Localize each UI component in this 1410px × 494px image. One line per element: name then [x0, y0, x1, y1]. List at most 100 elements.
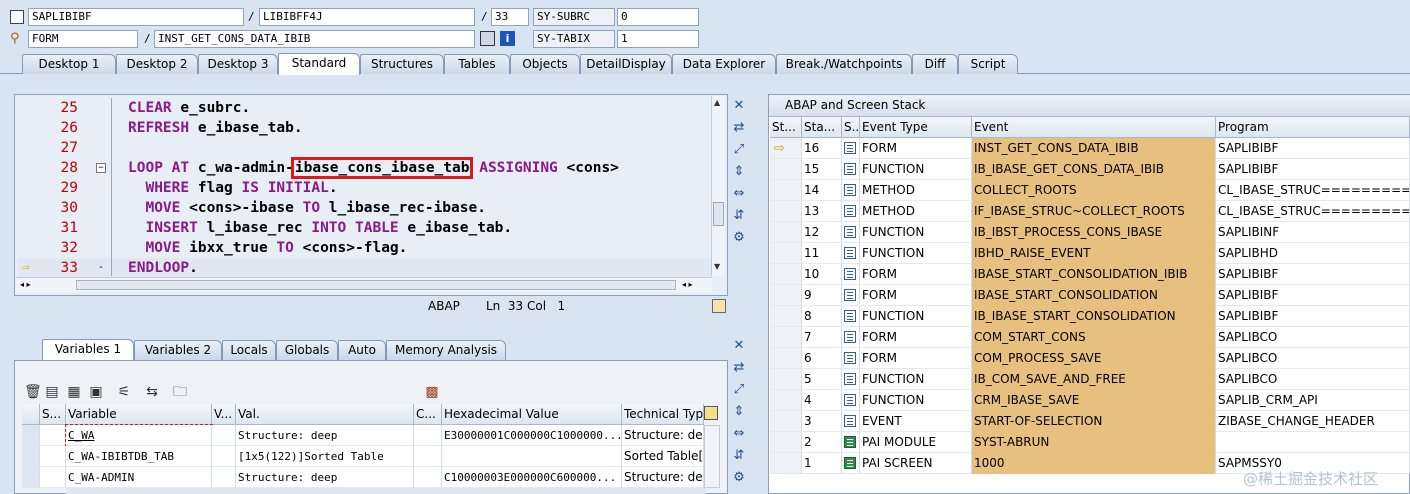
- maximize-icon[interactable]: ⤢: [731, 382, 747, 398]
- tab-globals[interactable]: Globals: [276, 340, 338, 360]
- event-cell[interactable]: 1000: [972, 453, 1216, 474]
- event-cell[interactable]: IBASE_START_CONSOLIDATION_IBIB: [972, 264, 1216, 285]
- close-icon[interactable]: ✕: [731, 98, 747, 114]
- layout-icon[interactable]: [704, 406, 718, 420]
- sy-subrc-value[interactable]: 0: [617, 8, 699, 26]
- resize-horizontal-icon[interactable]: ⇔: [731, 186, 747, 202]
- calculator-icon[interactable]: [480, 31, 495, 46]
- event-cell[interactable]: INST_GET_CONS_DATA_IBIB: [972, 138, 1216, 159]
- include-field[interactable]: LIBIBFF4J: [259, 8, 475, 26]
- stack-col-header[interactable]: Event: [972, 117, 1216, 138]
- tab-detaildisplay[interactable]: DetailDisplay: [580, 54, 672, 74]
- tab-tables[interactable]: Tables: [444, 54, 510, 74]
- code-vscrollbar[interactable]: ▲ ▼: [711, 96, 725, 276]
- services-icon[interactable]: ⚙: [731, 470, 747, 486]
- event-cell[interactable]: SYST-ABRUN: [972, 432, 1216, 453]
- export-icon[interactable]: ▦: [66, 384, 82, 400]
- stack-status-cell[interactable]: [770, 348, 802, 369]
- save-icon[interactable]: ▩: [424, 384, 440, 400]
- stack-status-cell[interactable]: [770, 306, 802, 327]
- collapse-icon[interactable]: −: [96, 163, 106, 173]
- stack-status-cell[interactable]: [770, 180, 802, 201]
- event-cell[interactable]: COM_PROCESS_SAVE: [972, 348, 1216, 369]
- event-cell[interactable]: COLLECT_ROOTS: [972, 180, 1216, 201]
- stack-status-cell[interactable]: [770, 411, 802, 432]
- event-cell[interactable]: IB_IBST_PROCESS_CONS_IBASE: [972, 222, 1216, 243]
- tab-standard[interactable]: Standard: [278, 53, 360, 75]
- stack-status-cell[interactable]: [770, 432, 802, 453]
- tab-diff[interactable]: Diff: [912, 54, 958, 74]
- var-vscrollbar[interactable]: [704, 425, 720, 488]
- stack-status-cell[interactable]: [770, 285, 802, 306]
- event-cell[interactable]: IF_IBASE_STRUC~COLLECT_ROOTS: [972, 201, 1216, 222]
- var-col-header[interactable]: C...: [414, 404, 442, 425]
- stack-col-header[interactable]: St...: [770, 117, 802, 138]
- code-hscrollbar[interactable]: ◂ ▸ ◂ ▸: [16, 277, 712, 292]
- info-icon[interactable]: i: [500, 31, 515, 46]
- stack-status-cell[interactable]: [770, 390, 802, 411]
- stack-status-cell[interactable]: [770, 243, 802, 264]
- tab-variables-2[interactable]: Variables 2: [134, 340, 222, 360]
- resize-horizontal-icon[interactable]: ⇔: [731, 426, 747, 442]
- tab-locals[interactable]: Locals: [222, 340, 276, 360]
- maximize-icon[interactable]: ⤢: [731, 142, 747, 158]
- resize-vertical-icon[interactable]: ⇕: [731, 404, 747, 420]
- event-name-field[interactable]: INST_GET_CONS_DATA_IBIB: [154, 30, 475, 48]
- stack-status-cell[interactable]: [770, 264, 802, 285]
- stack-col-header[interactable]: Sta...: [802, 117, 842, 138]
- variable-name-cell[interactable]: C_WA-ADMIN: [66, 467, 212, 488]
- tab-structures[interactable]: Structures: [360, 54, 444, 74]
- var-hscrollbar[interactable]: [66, 488, 706, 494]
- stack-status-cell[interactable]: ⇨: [770, 138, 802, 159]
- navigate-icon[interactable]: ⇆: [144, 384, 160, 400]
- row-selector[interactable]: [22, 467, 40, 488]
- line-field[interactable]: 33: [491, 8, 529, 26]
- hierarchy-icon[interactable]: ⚟: [116, 384, 132, 400]
- var-col-header[interactable]: Val.: [236, 404, 414, 425]
- tab-desktop-3[interactable]: Desktop 3: [198, 54, 278, 74]
- var-col-header[interactable]: Hexadecimal Value: [442, 404, 622, 425]
- event-cell[interactable]: IB_IBASE_GET_CONS_DATA_IBIB: [972, 159, 1216, 180]
- replace-tool-icon[interactable]: ⇄: [731, 120, 747, 136]
- stack-status-cell[interactable]: [770, 327, 802, 348]
- event-cell[interactable]: CRM_IBASE_SAVE: [972, 390, 1216, 411]
- resize-vertical-icon[interactable]: ⇕: [731, 164, 747, 180]
- event-cell[interactable]: IBHD_RAISE_EVENT: [972, 243, 1216, 264]
- event-cell[interactable]: IB_COM_SAVE_AND_FREE: [972, 369, 1216, 390]
- variable-name-cell[interactable]: C_WA-IBIBTDB_TAB: [66, 446, 212, 467]
- tab-breakpoints[interactable]: Break./Watchpoints: [776, 54, 912, 74]
- event-cell[interactable]: IB_IBASE_START_CONSOLIDATION: [972, 306, 1216, 327]
- swap-tool-icon[interactable]: ⇵: [731, 448, 747, 464]
- tab-objects[interactable]: Objects: [510, 54, 580, 74]
- close-icon[interactable]: ✕: [731, 338, 747, 354]
- event-cell[interactable]: COM_START_CONS: [972, 327, 1216, 348]
- source-code-editor[interactable]: 25 CLEAR e_subrc. 26 REFRESH e_ibase_tab. 27…: [18, 98, 712, 278]
- var-col-header[interactable]: Technical Typ: [622, 404, 704, 425]
- stack-status-cell[interactable]: [770, 453, 802, 474]
- tab-memory-analysis[interactable]: Memory Analysis: [386, 340, 506, 360]
- row-selector[interactable]: [22, 425, 40, 446]
- stack-col-header[interactable]: Program: [1216, 117, 1410, 138]
- tab-variables-1[interactable]: Variables 1: [42, 339, 134, 361]
- tab-desktop-1[interactable]: Desktop 1: [22, 54, 116, 74]
- stack-col-header[interactable]: S...: [842, 117, 860, 138]
- row-selector[interactable]: [22, 446, 40, 467]
- stack-status-cell[interactable]: [770, 222, 802, 243]
- tab-data-explorer[interactable]: Data Explorer: [672, 54, 776, 74]
- variable-name-cell[interactable]: C_WA: [65, 424, 213, 447]
- sy-tabix-value[interactable]: 1: [617, 30, 699, 48]
- swap-tool-icon[interactable]: ⇵: [731, 208, 747, 224]
- save-layout-icon[interactable]: ▣: [88, 384, 104, 400]
- folder-icon[interactable]: 🗀: [172, 384, 188, 400]
- tab-auto[interactable]: Auto: [338, 340, 386, 360]
- replace-tool-icon[interactable]: ⇄: [731, 360, 747, 376]
- var-col-header[interactable]: S...: [40, 404, 66, 425]
- program-field[interactable]: SAPLIBIBF: [28, 8, 244, 26]
- services-icon[interactable]: ⚙: [731, 230, 747, 246]
- var-col-header[interactable]: V...: [212, 404, 236, 425]
- stack-status-cell[interactable]: [770, 369, 802, 390]
- kind-field[interactable]: FORM: [28, 30, 138, 48]
- tab-script[interactable]: Script: [958, 54, 1018, 74]
- stack-status-cell[interactable]: [770, 201, 802, 222]
- var-col-header[interactable]: Variable: [66, 404, 212, 425]
